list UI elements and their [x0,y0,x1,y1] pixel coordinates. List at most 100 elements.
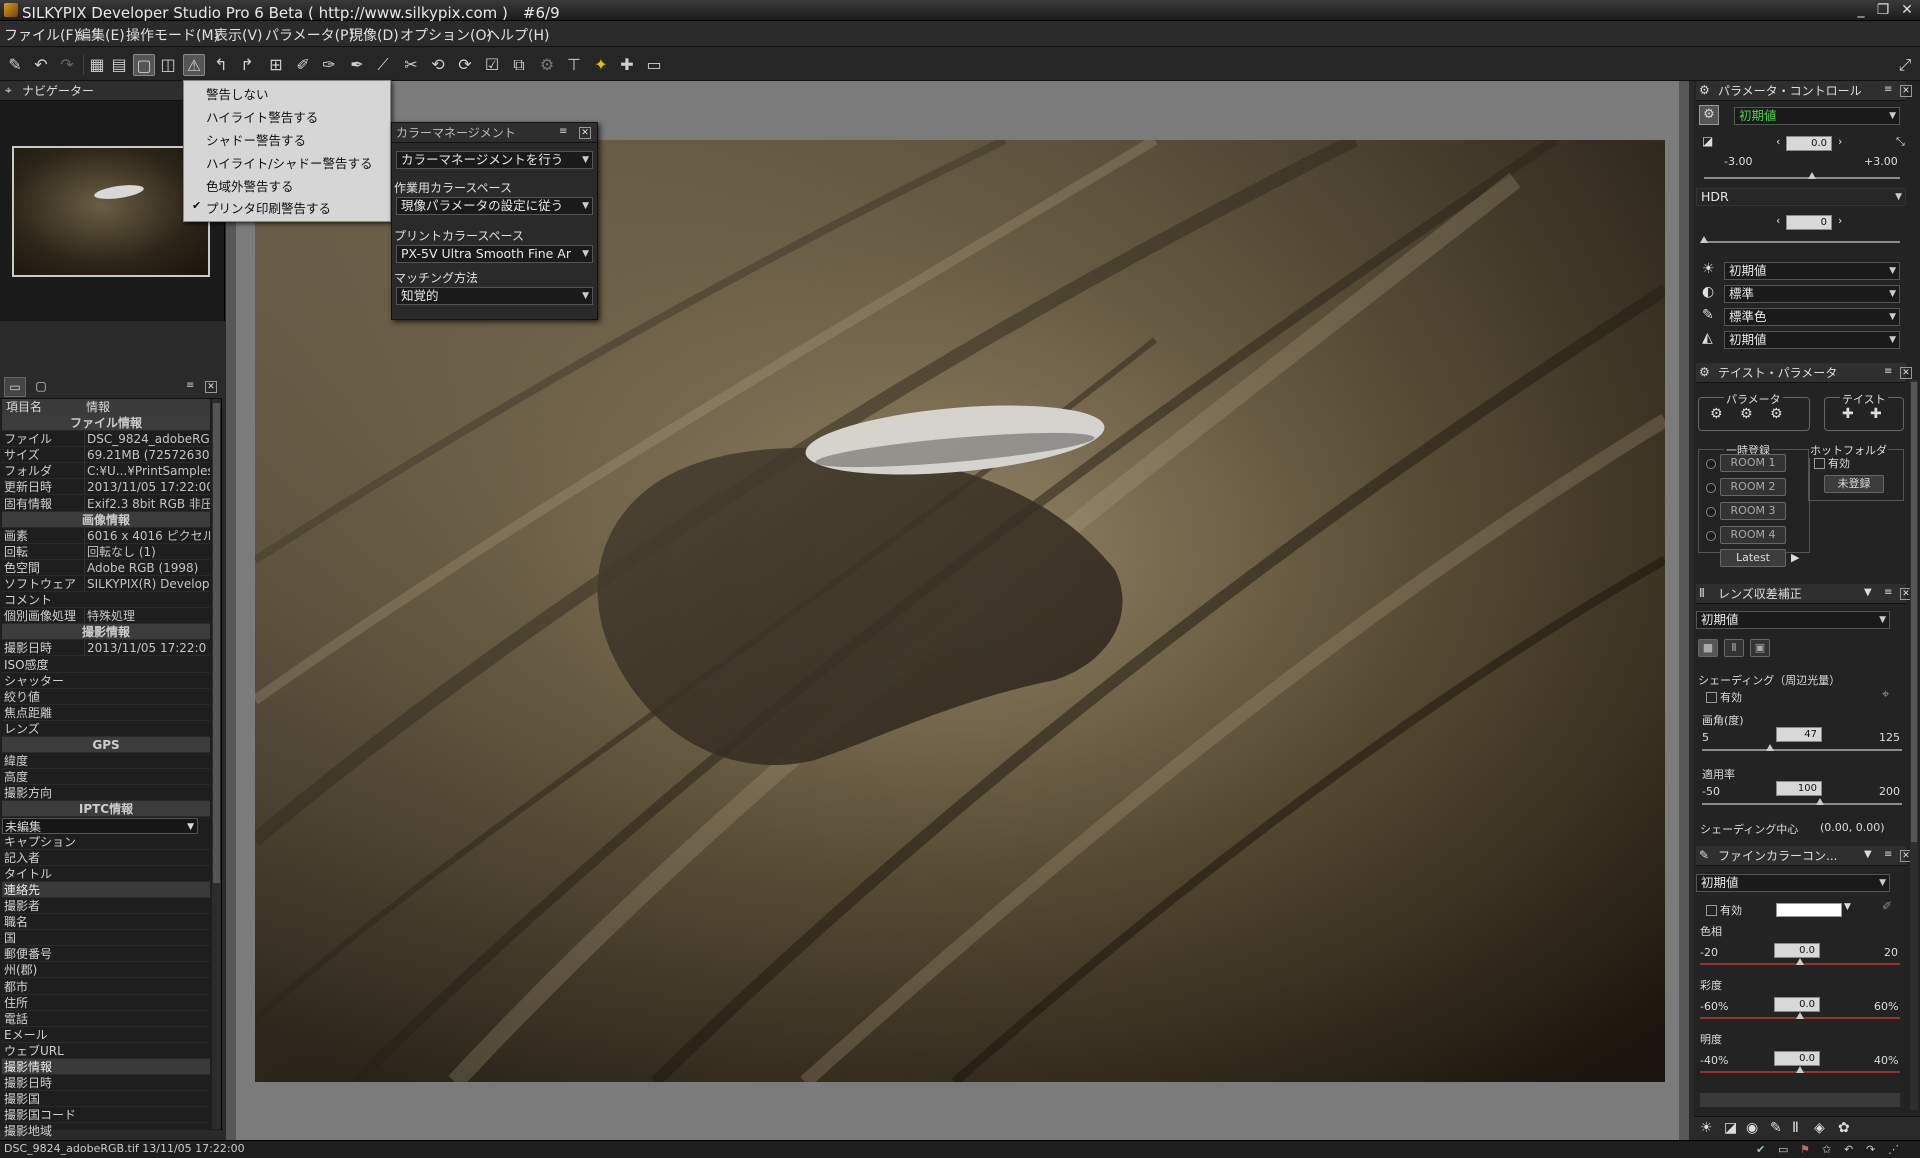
color-swatch[interactable] [1776,903,1842,917]
param-menu-icon[interactable]: ≡ [1884,84,1892,95]
bri-slider-thumb[interactable] [1796,1066,1804,1073]
spot-removal-icon[interactable]: ✒ [346,54,368,76]
develop-icon[interactable]: ✎ [4,54,26,76]
apply-slider[interactable] [1702,803,1902,805]
sat-slider-thumb[interactable] [1796,1012,1804,1019]
room-radio[interactable] [1706,531,1716,541]
hdr-dec[interactable]: ‹ [1776,214,1780,227]
angle-value[interactable]: 47 [1776,727,1822,742]
forward-icon[interactable]: ⟳ [454,54,476,76]
chevron-down-icon[interactable]: ▼ [1844,902,1851,912]
comment-tab-icon[interactable]: ▢ [30,377,52,397]
iptc-mode-select[interactable]: 未編集 ▼ [2,817,198,834]
rotate-left-icon[interactable]: ↰ [210,54,232,76]
apply-slider-thumb[interactable] [1816,798,1824,805]
batch-icon[interactable]: ⧉ [508,54,530,76]
cm-mode-select[interactable]: カラーマネージメントを行う ▼ [396,151,593,169]
room-radio[interactable] [1706,483,1716,493]
cm-print-select[interactable]: PX-5V Ultra Smooth Fine Ar ▼ [396,245,593,263]
hdr-slider[interactable] [1704,241,1900,243]
taste-param-icon-3[interactable]: ⚙ [1770,406,1783,422]
lens-strip-icon[interactable]: Ⅱ [1792,1120,1799,1136]
exposure-value[interactable]: 0.0 [1786,136,1832,151]
taste-apply-icon[interactable]: ✚ [1870,406,1882,422]
latest-button[interactable]: Latest [1720,549,1786,567]
warn-highlight-shadow-item[interactable]: ハイライト/シャドー警告する [206,153,372,172]
color-select[interactable]: 標準色 ▼ [1724,308,1900,326]
cm-work-select[interactable]: 現像パラメータの設定に従う ▼ [396,197,593,215]
exposure-dec[interactable]: ‹ [1776,135,1780,148]
back-icon[interactable]: ⟲ [427,54,449,76]
partial-correction-icon[interactable]: ✂ [400,54,422,76]
gray-picker-icon[interactable]: ✑ [318,54,340,76]
exposure-inc[interactable]: › [1838,135,1842,148]
crop-icon[interactable]: ⊞ [265,54,287,76]
taste-param-icon-1[interactable]: ⚙ [1710,406,1723,422]
white-balance-picker-icon[interactable]: ✐ [292,54,314,76]
right-scroll-thumb[interactable] [1911,382,1917,842]
exposure-slider-thumb[interactable] [1808,172,1816,179]
minimize-button[interactable]: _ [1850,1,1872,19]
close-button[interactable]: ✕ [1896,1,1918,19]
fine-strip-icon[interactable]: ✿ [1838,1120,1850,1136]
sat-value[interactable]: 0.0 [1774,997,1820,1012]
sharpness-select[interactable]: 初期値 ▼ [1724,331,1900,349]
lens-tab-3[interactable]: ▣ [1750,639,1770,657]
apply-value[interactable]: 100 [1776,781,1822,796]
exposure-slider[interactable] [1704,177,1900,179]
lens-preset-select[interactable]: 初期値 ▼ [1696,611,1890,629]
hdr-value[interactable]: 0 [1786,215,1832,230]
menu-parameter[interactable]: パラメータ(P) [265,25,354,45]
room-1-button[interactable]: ROOM 1 [1720,454,1786,472]
menu-help[interactable]: ヘルプ(H) [486,25,549,45]
fine-preset-select[interactable]: 初期値 ▼ [1696,874,1890,892]
taste-close-icon[interactable]: ✕ [1900,367,1912,379]
single-view-icon[interactable]: ▢ [133,54,155,76]
warn-printer-item[interactable]: プリンタ印刷警告する [206,198,331,217]
grid-view-icon[interactable]: ▦ [86,54,108,76]
param-close-icon[interactable]: ✕ [1900,85,1912,97]
auto-exposure-icon[interactable]: ⤡ [1896,135,1905,149]
menu-file[interactable]: ファイル(F) [4,25,79,45]
tone-curve-icon[interactable]: ◪ [1724,1120,1737,1136]
unregistered-button[interactable]: 未登録 [1824,475,1884,493]
warning-icon[interactable]: ⚠ [183,54,205,76]
plugin-icon[interactable]: ✚ [616,54,638,76]
hdr-select[interactable]: HDR ▼ [1696,188,1906,206]
hue-value[interactable]: 0.0 [1774,943,1820,958]
room-2-button[interactable]: ROOM 2 [1720,478,1786,496]
fine-menu-icon[interactable]: ≡ [1884,849,1892,860]
lens-tab-2[interactable]: Ⅱ [1724,639,1744,657]
pencil-icon[interactable]: ✎ [1770,1120,1782,1136]
param-preset-select[interactable]: 初期値 ▼ [1734,107,1900,125]
fine-enable-checkbox[interactable] [1706,905,1717,916]
warn-gamut-item[interactable]: 色域外警告する [206,176,294,195]
confirm-icon[interactable]: ☑ [481,54,503,76]
room-4-button[interactable]: ROOM 4 [1720,526,1786,544]
settings-icon[interactable]: ⚙ [536,54,558,76]
taste-param-icon-2[interactable]: ⚙ [1740,406,1753,422]
warn-shadow-item[interactable]: シャドー警告する [206,130,306,149]
monitor-icon[interactable]: ▭ [643,54,665,76]
taste-menu-icon[interactable]: ≡ [1884,366,1892,377]
room-radio[interactable] [1706,507,1716,517]
contrast-select[interactable]: 標準 ▼ [1724,285,1900,303]
gear-icon[interactable]: ⚙ [1699,105,1719,125]
bri-value[interactable]: 0.0 [1774,1051,1820,1066]
menu-option[interactable]: オプション(O) [400,25,492,45]
room-3-button[interactable]: ROOM 3 [1720,502,1786,520]
wb-select[interactable]: 初期値 ▼ [1724,262,1900,280]
hdr-slider-thumb[interactable] [1700,236,1708,243]
tone-icon[interactable]: ⊤ [563,54,585,76]
brush-icon[interactable]: ⟋ [372,54,394,76]
crosshair-icon[interactable]: ⌖ [1882,687,1889,702]
cm-match-select[interactable]: 知覚的 ▼ [396,287,593,305]
app-icon[interactable] [4,3,18,17]
redo-icon[interactable]: ↷ [56,54,78,76]
lens-menu-icon[interactable]: ≡ [1884,587,1892,598]
menu-mode[interactable]: 操作モード(M) [126,25,219,45]
warn-none-item[interactable]: 警告しない [206,84,269,103]
menu-edit[interactable]: 編集(E) [77,25,125,45]
menu-develop[interactable]: 現像(D) [349,25,399,45]
hdr-inc[interactable]: › [1838,214,1842,227]
